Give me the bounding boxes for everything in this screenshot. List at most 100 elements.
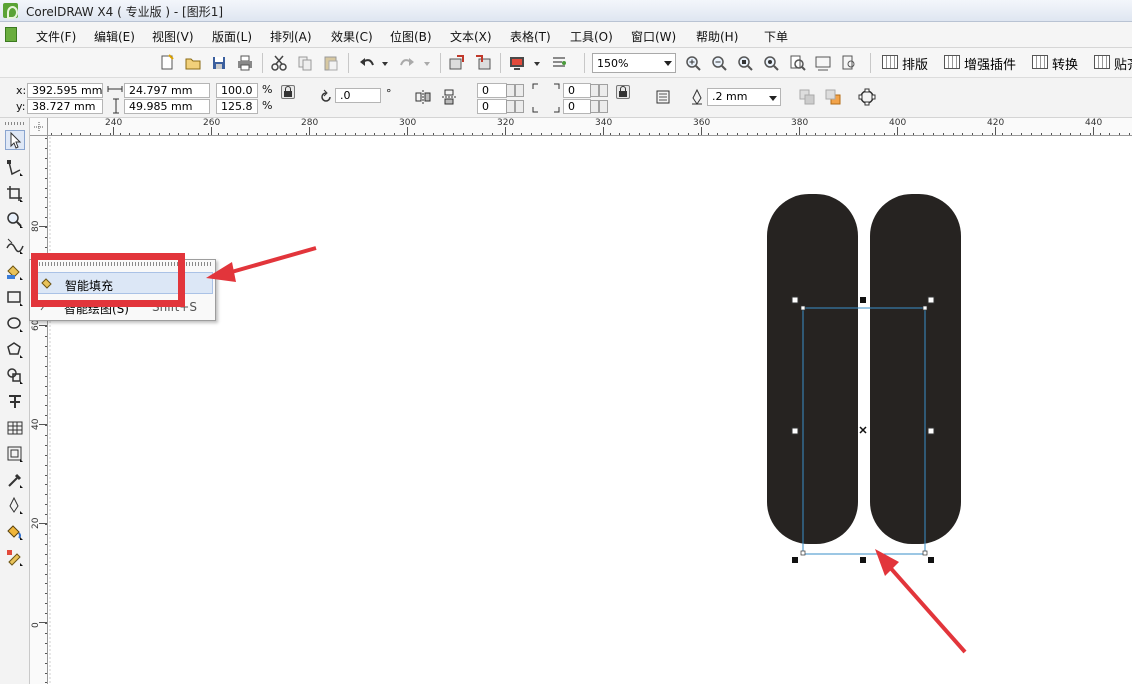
- new-document-icon[interactable]: [158, 54, 176, 72]
- to-back-icon[interactable]: [824, 88, 842, 106]
- ruler-minor-tick: [325, 133, 326, 135]
- plugin-enhance-button[interactable]: 增强插件: [944, 54, 1016, 73]
- document-icon[interactable]: [5, 27, 17, 42]
- rounded-bar-left[interactable]: [767, 194, 858, 544]
- smart-fill-tool-icon[interactable]: [5, 262, 25, 282]
- zoom-page-width-icon[interactable]: [814, 54, 832, 72]
- freehand-tool-icon[interactable]: [5, 236, 25, 256]
- menu-file[interactable]: 文件(F): [36, 28, 76, 45]
- shape-tool-icon[interactable]: [5, 158, 25, 178]
- mirror-vertical-icon[interactable]: [440, 88, 458, 106]
- undo-dropdown-icon[interactable]: [380, 54, 390, 72]
- welcome-screen-icon[interactable]: [550, 54, 568, 72]
- interactive-blend-tool-icon[interactable]: [5, 444, 25, 464]
- corner-bottom-right-input[interactable]: 0: [563, 99, 591, 114]
- ruler-minor-tick: [100, 133, 101, 135]
- menu-edit[interactable]: 编辑(E): [94, 28, 135, 45]
- paste-icon[interactable]: [322, 54, 340, 72]
- menu-bitmaps[interactable]: 位图(B): [390, 28, 432, 45]
- corner-bottom-left-input[interactable]: 0: [477, 99, 507, 114]
- spin-down-icon[interactable]: [506, 100, 515, 113]
- menu-effects[interactable]: 效果(C): [331, 28, 373, 45]
- text-tool-icon[interactable]: [5, 392, 25, 412]
- horizontal-ruler[interactable]: 240 260 280 300 320 340 360 380 400 420 440: [48, 118, 1132, 136]
- vertical-ruler[interactable]: 80 60 40 20 0: [30, 136, 48, 684]
- plugin-convert-button[interactable]: 转换: [1032, 54, 1078, 73]
- menu-window[interactable]: 窗口(W): [631, 28, 676, 45]
- corner-top-left-input[interactable]: 0: [477, 83, 507, 98]
- redo-dropdown-icon[interactable]: [422, 54, 432, 72]
- toolbar-separator: [440, 53, 441, 73]
- wrap-paragraph-icon[interactable]: [654, 88, 672, 106]
- convert-to-curves-icon[interactable]: [858, 88, 876, 106]
- spin-down-icon[interactable]: [590, 84, 599, 97]
- rounded-bar-right[interactable]: [870, 194, 961, 544]
- save-icon[interactable]: [210, 54, 228, 72]
- undo-icon[interactable]: [358, 54, 376, 72]
- eyedropper-tool-icon[interactable]: [5, 470, 25, 490]
- menu-help[interactable]: 帮助(H): [696, 28, 738, 45]
- scale-x-input[interactable]: 100.0: [216, 83, 258, 98]
- print-icon[interactable]: [236, 54, 254, 72]
- menu-text[interactable]: 文本(X): [450, 28, 492, 45]
- menu-view[interactable]: 视图(V): [152, 28, 194, 45]
- crop-tool-icon[interactable]: [5, 184, 25, 204]
- scale-y-input[interactable]: 125.8: [216, 99, 258, 114]
- menu-tools[interactable]: 工具(O): [570, 28, 613, 45]
- application-launcher-icon[interactable]: [508, 54, 526, 72]
- launcher-dropdown-icon[interactable]: [532, 54, 542, 72]
- toolbar-separator: [500, 53, 501, 73]
- outline-tool-icon[interactable]: [5, 496, 25, 516]
- spin-down-icon[interactable]: [590, 100, 599, 113]
- ruler-minor-tick: [45, 366, 47, 367]
- height-input[interactable]: 49.985 mm: [124, 99, 210, 114]
- basic-shapes-tool-icon[interactable]: [5, 366, 25, 386]
- zoom-selected-icon[interactable]: [736, 54, 754, 72]
- spin-up-icon[interactable]: [515, 100, 524, 113]
- plugin-layout-button[interactable]: 排版: [882, 54, 928, 73]
- interactive-fill-tool-icon[interactable]: [5, 548, 25, 568]
- fill-tool-icon[interactable]: [5, 522, 25, 542]
- ellipse-tool-icon[interactable]: [5, 314, 25, 334]
- export-icon[interactable]: [474, 54, 492, 72]
- lock-ratio-icon[interactable]: [281, 85, 295, 99]
- zoom-out-icon[interactable]: [710, 54, 728, 72]
- zoom-tool-icon[interactable]: [5, 210, 25, 230]
- spin-up-icon[interactable]: [599, 100, 608, 113]
- ruler-minor-tick: [335, 133, 336, 135]
- menu-order[interactable]: 下单: [764, 28, 788, 45]
- rectangle-tool-icon[interactable]: [5, 288, 25, 308]
- coreldraw-app-icon[interactable]: [3, 3, 18, 19]
- zoom-in-icon[interactable]: [684, 54, 702, 72]
- y-position-input[interactable]: 38.727 mm: [27, 99, 103, 114]
- zoom-level-select[interactable]: 150%: [592, 53, 676, 73]
- corner-top-right-input[interactable]: 0: [563, 83, 591, 98]
- ruler-origin-corner[interactable]: [30, 118, 48, 136]
- cut-icon[interactable]: [270, 54, 288, 72]
- rotation-input[interactable]: .0: [335, 88, 381, 103]
- plugin-snap-button[interactable]: 贴齐: [1094, 54, 1132, 73]
- pick-tool-icon[interactable]: [5, 130, 25, 150]
- to-front-icon[interactable]: [798, 88, 816, 106]
- spin-down-icon[interactable]: [506, 84, 515, 97]
- zoom-all-objects-icon[interactable]: [762, 54, 780, 72]
- width-input[interactable]: 24.797 mm: [124, 83, 210, 98]
- redo-icon[interactable]: [398, 54, 416, 72]
- x-position-input[interactable]: 392.595 mm: [27, 83, 103, 98]
- import-icon[interactable]: [448, 54, 466, 72]
- polygon-tool-icon[interactable]: [5, 340, 25, 360]
- spin-up-icon[interactable]: [515, 84, 524, 97]
- menu-layout[interactable]: 版面(L): [212, 28, 252, 45]
- lock-corners-icon[interactable]: [616, 85, 630, 99]
- open-folder-icon[interactable]: [184, 54, 202, 72]
- menu-table[interactable]: 表格(T): [510, 28, 551, 45]
- table-tool-icon[interactable]: [5, 418, 25, 438]
- spin-up-icon[interactable]: [599, 84, 608, 97]
- copy-icon[interactable]: [296, 54, 314, 72]
- menu-arrange[interactable]: 排列(A): [270, 28, 312, 45]
- mirror-horizontal-icon[interactable]: [414, 88, 432, 106]
- outline-width-select[interactable]: .2 mm: [707, 88, 781, 106]
- zoom-page-height-icon[interactable]: [840, 54, 858, 72]
- zoom-page-icon[interactable]: [788, 54, 806, 72]
- drawing-canvas[interactable]: [49, 137, 1132, 684]
